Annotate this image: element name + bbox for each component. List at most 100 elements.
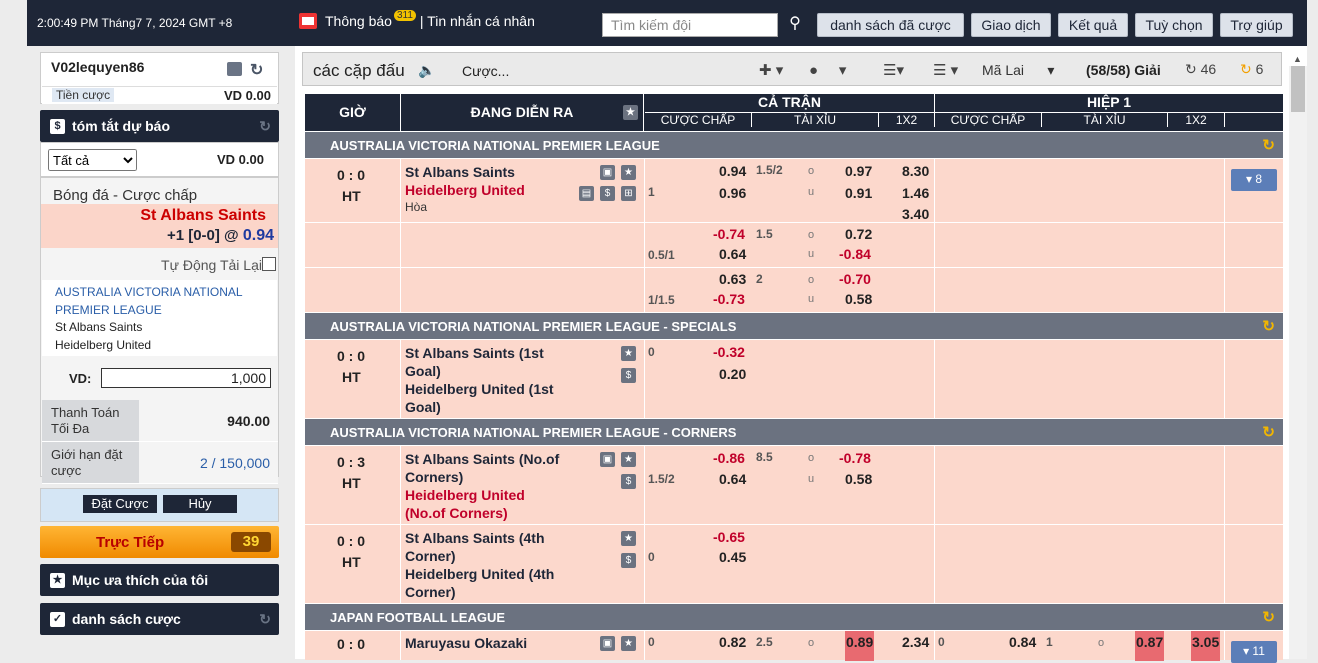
place-bet-button[interactable]: Đặt Cược: [83, 495, 157, 513]
odd-home-hdp[interactable]: 0.63: [719, 271, 746, 287]
summary-filter-select[interactable]: Tất cả: [48, 149, 137, 171]
odd-under[interactable]: -0.84: [839, 246, 871, 262]
odd-home-hdp[interactable]: -0.86: [713, 450, 745, 466]
bet-list-button[interactable]: danh sách đã cược: [817, 13, 964, 37]
refresh-icon[interactable]: ↻: [1262, 132, 1275, 159]
odd-1[interactable]: 8.30: [902, 163, 929, 179]
summary-header[interactable]: $ tóm tắt dự báo ↻: [40, 110, 279, 142]
favorites-header[interactable]: ★ Mục ưa thích của tôi: [40, 564, 279, 596]
odd-over[interactable]: 0.72: [845, 226, 872, 242]
bet-limit-row: Giới hạn đặt cược 2 / 150,000: [42, 442, 278, 484]
odd-away-hdp[interactable]: 0.64: [719, 246, 746, 262]
info-icon[interactable]: ● ▾: [809, 61, 846, 79]
star-icon[interactable]: ★: [621, 636, 636, 651]
bet-list-header[interactable]: ✓ danh sách cược ↻: [40, 603, 279, 635]
help-button[interactable]: Trợ giúp: [1220, 13, 1293, 37]
tv-icon[interactable]: ▣: [600, 452, 615, 467]
odd-home-hdp[interactable]: -0.74: [713, 226, 745, 242]
scrollbar[interactable]: ▲: [1289, 54, 1307, 659]
slip-buttons: Đặt Cược Hủy: [40, 488, 279, 522]
odd-home-hdp[interactable]: 0.82: [719, 634, 746, 650]
odd-home-hdp[interactable]: -0.32: [713, 344, 745, 360]
tv-icon[interactable]: ▣: [600, 165, 615, 180]
half-odd-home-hdp[interactable]: 0.84: [1009, 634, 1036, 650]
list-view-icon[interactable]: ☰ ▾: [933, 61, 958, 79]
stake-input[interactable]: 1,000: [101, 368, 271, 388]
odd-home-hdp[interactable]: -0.65: [713, 529, 745, 545]
scroll-up-arrow[interactable]: ▲: [1293, 54, 1302, 64]
account-box: V02lequyen86 ↻ Tiền cược VD 0.00: [40, 52, 279, 104]
odd-away-hdp[interactable]: 0.64: [719, 471, 746, 487]
sort-icon[interactable]: ☰▾: [883, 61, 904, 79]
league-name: AUSTRALIA VICTORIA NATIONAL PREMIER LEAG…: [330, 425, 737, 440]
auto-reload-checkbox[interactable]: [262, 257, 276, 271]
star-icon[interactable]: ★: [621, 346, 636, 361]
odd-home-hdp[interactable]: 0.94: [719, 163, 746, 179]
team-search-input[interactable]: Tìm kiếm đội: [602, 13, 778, 37]
dollar-icon[interactable]: $: [600, 186, 615, 201]
tv-icon[interactable]: ▣: [600, 636, 615, 651]
mail-icon[interactable]: [227, 62, 242, 76]
over-label: o: [808, 452, 815, 464]
odd-under[interactable]: 0.58: [845, 291, 872, 307]
live-label: Trực Tiếp: [96, 534, 165, 551]
refresh-icon[interactable]: ↻: [1262, 313, 1275, 340]
refresh-icon[interactable]: ↻: [259, 611, 271, 628]
odd-2[interactable]: 1.46: [902, 185, 929, 201]
half-odd-over[interactable]: 0.87: [1135, 631, 1165, 661]
half-odds-cell: [935, 340, 1225, 418]
star-icon[interactable]: ★: [623, 105, 638, 120]
dollar-icon[interactable]: $: [621, 474, 636, 489]
odd-over[interactable]: 0.97: [845, 163, 872, 179]
stats-icon[interactable]: ▤: [579, 186, 594, 201]
credit-row: Tiền cược VD 0.00: [42, 86, 277, 104]
speaker-icon[interactable]: 🔈: [418, 62, 435, 79]
refresh-timer-value: 46: [1200, 61, 1217, 77]
odd-1[interactable]: 2.34: [902, 634, 929, 650]
refresh-icon[interactable]: ↻: [1262, 419, 1275, 446]
star-icon[interactable]: ★: [621, 165, 636, 180]
refresh-icon[interactable]: ↻: [1262, 604, 1275, 631]
odd-over[interactable]: -0.78: [839, 450, 871, 466]
league-section[interactable]: AUSTRALIA VICTORIA NATIONAL PREMIER LEAG…: [305, 418, 1283, 445]
options-button[interactable]: Tuỳ chọn: [1135, 13, 1213, 37]
search-icon[interactable]: ⚲: [780, 13, 810, 37]
credit-value: VD 0.00: [224, 88, 271, 103]
notifications-link[interactable]: Thông báo 311 | Tin nhắn cá nhân: [299, 9, 535, 29]
odd-away-hdp[interactable]: 0.20: [719, 366, 746, 382]
more-bets-button[interactable]: ▾ 8: [1231, 169, 1277, 191]
ou-line: 2: [756, 272, 763, 286]
main-panel: các cặp đấu 🔈 Cược... ✚ ▾ ● ▾ ☰▾ ☰ ▾ Mã …: [295, 46, 1307, 663]
more-bets-button[interactable]: ▾ 11: [1231, 641, 1277, 663]
cancel-button[interactable]: Hủy: [163, 495, 237, 513]
star-icon[interactable]: ★: [621, 452, 636, 467]
refresh-icon[interactable]: ↻: [259, 118, 271, 135]
odd-under[interactable]: 0.58: [845, 471, 872, 487]
odds-type-select[interactable]: Mã Lai ▾: [982, 62, 1054, 79]
odd-away-hdp[interactable]: -0.73: [713, 291, 745, 307]
scrollbar-thumb[interactable]: [1291, 66, 1305, 112]
messages-link[interactable]: | Tin nhắn cá nhân: [420, 13, 535, 29]
dollar-icon[interactable]: $: [621, 368, 636, 383]
results-button[interactable]: Kết quả: [1058, 13, 1128, 37]
refresh-timer[interactable]: ↻ 46: [1185, 61, 1216, 78]
bets-dropdown[interactable]: Cược...: [462, 63, 509, 79]
live-button[interactable]: Trực Tiếp 39: [40, 526, 279, 558]
live-refresh-timer[interactable]: ↻ 6: [1240, 61, 1263, 78]
refresh-icon[interactable]: ↻: [250, 60, 263, 80]
odd-away-hdp[interactable]: 0.96: [719, 185, 746, 201]
add-icon[interactable]: ✚ ▾: [759, 61, 783, 79]
half-odd-1[interactable]: 3.05: [1191, 631, 1221, 661]
odd-x[interactable]: 3.40: [902, 206, 929, 222]
odd-under[interactable]: 0.91: [845, 185, 872, 201]
odd-over[interactable]: 0.89: [845, 631, 875, 661]
transactions-button[interactable]: Giao dịch: [971, 13, 1051, 37]
odd-over[interactable]: -0.70: [839, 271, 871, 287]
league-section[interactable]: JAPAN FOOTBALL LEAGUE ↻: [305, 603, 1283, 630]
star-icon[interactable]: ★: [621, 531, 636, 546]
odd-away-hdp[interactable]: 0.45: [719, 549, 746, 565]
dollar-icon[interactable]: $: [621, 553, 636, 568]
league-section[interactable]: AUSTRALIA VICTORIA NATIONAL PREMIER LEAG…: [305, 312, 1283, 339]
calculator-icon[interactable]: ⊞: [621, 186, 636, 201]
league-section[interactable]: AUSTRALIA VICTORIA NATIONAL PREMIER LEAG…: [305, 131, 1283, 158]
